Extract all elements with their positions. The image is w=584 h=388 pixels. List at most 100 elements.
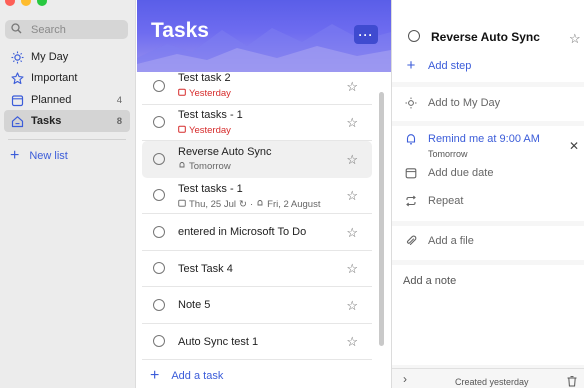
star-icon[interactable]: ☆ <box>569 31 581 47</box>
complete-checkbox[interactable] <box>153 189 165 202</box>
calendar-icon <box>10 94 24 107</box>
complete-checkbox[interactable] <box>153 298 165 311</box>
home-icon <box>10 115 24 128</box>
task-row[interactable]: Note 5 ☆ <box>142 287 372 324</box>
star-icon[interactable]: ☆ <box>346 261 358 277</box>
task-row[interactable]: Test tasks - 1 Thu, 25 Jul ↻ · Fri, 2 Au… <box>142 178 372 214</box>
complete-checkbox[interactable] <box>153 152 165 165</box>
task-due-label: Yesterday <box>189 88 231 99</box>
bell-icon <box>256 199 264 210</box>
task-meta: Thu, 25 Jul ↻ · Fri, 2 August <box>178 199 320 210</box>
detail-title[interactable]: Reverse Auto Sync <box>431 30 540 44</box>
repeat-icon <box>404 195 418 207</box>
sidebar-item-tasks[interactable]: Tasks 8 <box>4 110 130 132</box>
calendar-icon <box>178 199 186 210</box>
sidebar-item-planned[interactable]: Planned 4 <box>4 89 130 111</box>
task-title: entered in Microsoft To Do <box>178 226 307 238</box>
task-reminder-label: Fri, 2 August <box>267 198 321 210</box>
add-due-date-button[interactable]: Add due date <box>392 167 493 179</box>
calendar-icon <box>404 167 418 179</box>
star-icon[interactable]: ☆ <box>346 115 358 131</box>
more-options-button[interactable]: ··· <box>354 25 378 44</box>
list-scrollbar[interactable] <box>379 92 384 346</box>
task-detail-pane: Reverse Auto Sync ☆ + Add step Add to My… <box>391 0 584 388</box>
more-icon: ··· <box>358 27 374 42</box>
task-row[interactable]: Test tasks - 1 Yesterday ☆ <box>142 105 372 141</box>
task-row[interactable]: Auto Sync test 1 ☆ <box>142 324 372 360</box>
bell-icon <box>404 133 418 145</box>
add-task-label: Add a task <box>171 370 224 382</box>
complete-checkbox[interactable] <box>153 79 165 92</box>
sidebar-item-count: 4 <box>116 94 122 106</box>
task-reminder: Tomorrow <box>178 161 231 172</box>
remove-reminder-icon[interactable]: ✕ <box>569 139 579 153</box>
task-due: Yesterday <box>178 88 231 99</box>
star-icon[interactable]: ☆ <box>346 298 358 314</box>
complete-checkbox[interactable] <box>153 335 165 348</box>
sidebar-item-my-day[interactable]: My Day <box>4 46 130 68</box>
add-step-label: Add step <box>428 59 472 72</box>
minimize-window-button[interactable] <box>21 0 31 6</box>
task-due: Yesterday <box>178 125 231 136</box>
task-due-label: Yesterday <box>189 124 231 136</box>
task-row[interactable]: entered in Microsoft To Do ☆ <box>142 214 372 251</box>
complete-checkbox[interactable] <box>408 30 420 42</box>
search-placeholder: Search <box>31 23 66 36</box>
note-input[interactable]: Add a note <box>403 275 456 287</box>
add-task-button[interactable]: + Add a task <box>150 368 223 384</box>
star-icon[interactable]: ☆ <box>346 188 358 204</box>
list-header: Tasks ··· <box>137 0 391 72</box>
sidebar-divider <box>8 139 126 140</box>
task-list-pane: Tasks ··· Test task 2 Yesterday ☆ Test t… <box>137 0 391 388</box>
search-input[interactable]: Search <box>5 20 128 39</box>
plus-icon: + <box>10 147 20 164</box>
window-controls <box>5 0 47 6</box>
add-to-my-day-button[interactable]: Add to My Day <box>392 97 500 109</box>
star-icon[interactable]: ☆ <box>346 225 358 241</box>
task-title: Test tasks - 1 <box>178 108 243 121</box>
calendar-icon <box>178 88 186 99</box>
add-step-button[interactable]: + Add step <box>392 57 472 74</box>
task-title: Test tasks - 1 <box>178 182 243 195</box>
paperclip-icon <box>404 235 418 247</box>
sidebar-item-count: 8 <box>116 115 122 127</box>
task-due-label: Thu, 25 Jul <box>189 198 236 210</box>
add-to-my-day-label: Add to My Day <box>428 97 501 109</box>
task-row[interactable]: Test task 2 Yesterday ☆ <box>142 68 372 105</box>
zoom-window-button[interactable] <box>37 0 47 6</box>
repeat-icon: ↻ <box>239 198 247 210</box>
complete-checkbox[interactable] <box>153 116 165 129</box>
add-file-button[interactable]: Add a file <box>392 235 474 247</box>
task-row[interactable]: Test Task 4 ☆ <box>142 251 372 287</box>
created-label: Created yesterday <box>455 377 529 387</box>
sidebar-item-label: My Day <box>31 51 69 63</box>
task-items: Test task 2 Yesterday ☆ Test tasks - 1 Y… <box>142 68 372 360</box>
complete-checkbox[interactable] <box>153 262 165 275</box>
task-title: Note 5 <box>178 299 211 311</box>
remind-sub: Tomorrow <box>428 149 468 159</box>
hide-detail-icon[interactable]: › <box>403 372 407 386</box>
note-card[interactable]: Add a note <box>392 265 584 365</box>
repeat-button[interactable]: Repeat <box>392 195 463 207</box>
separator: · <box>249 198 254 210</box>
sidebar: Search My Day Important Planned 4 Tasks … <box>0 0 136 388</box>
new-list-button[interactable]: + New list <box>10 148 68 164</box>
trash-icon[interactable] <box>567 376 577 388</box>
plus-icon: + <box>150 367 160 384</box>
remind-label: Remind me at 9:00 AM <box>428 133 540 145</box>
sidebar-item-label: Planned <box>31 94 72 106</box>
remind-me-button[interactable]: Remind me at 9:00 AM <box>392 133 540 145</box>
task-title: Test task 2 <box>178 72 231 84</box>
sidebar-item-label: Important <box>31 72 78 84</box>
star-icon[interactable]: ☆ <box>346 334 358 350</box>
sun-icon <box>404 97 418 109</box>
star-icon[interactable]: ☆ <box>346 152 358 168</box>
repeat-label: Repeat <box>428 195 464 207</box>
star-icon[interactable]: ☆ <box>346 79 358 95</box>
sidebar-item-important[interactable]: Important <box>4 67 130 89</box>
task-row-selected[interactable]: Reverse Auto Sync Tomorrow ☆ <box>142 141 372 178</box>
task-reminder-label: Tomorrow <box>189 161 231 172</box>
close-window-button[interactable] <box>5 0 15 6</box>
detail-footer: › Created yesterday <box>392 368 584 388</box>
complete-checkbox[interactable] <box>153 225 165 238</box>
